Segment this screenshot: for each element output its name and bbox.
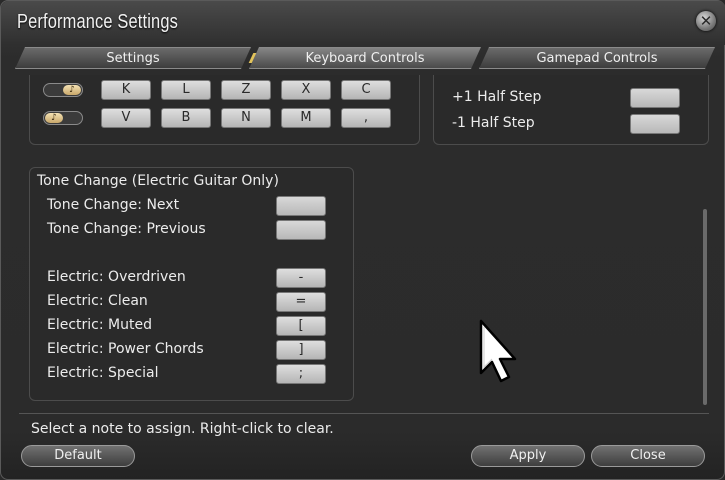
- note-key-button[interactable]: N: [221, 108, 271, 128]
- mouse-cursor-icon: [479, 319, 517, 383]
- note-key-button[interactable]: B: [161, 108, 211, 128]
- apply-button[interactable]: Apply: [471, 445, 585, 467]
- tone-item-label: Electric: Overdriven: [47, 269, 186, 285]
- title-bar[interactable]: Performance Settings ✕: [1, 1, 725, 45]
- octave-toggle-down[interactable]: ♪: [43, 111, 83, 125]
- octave-toggle-up[interactable]: ♪: [43, 83, 83, 97]
- hint-text: Select a note to assign. Right-click to …: [31, 421, 334, 437]
- tone-special-key-button[interactable]: ;: [276, 364, 326, 384]
- performance-settings-window: Performance Settings ✕ Settings Keyboard…: [0, 0, 725, 480]
- close-button[interactable]: Close: [591, 445, 705, 467]
- note-key-button[interactable]: ,: [341, 108, 391, 128]
- note-key-button[interactable]: L: [161, 80, 211, 100]
- half-step-down-key-button[interactable]: [630, 114, 680, 134]
- tone-next-label: Tone Change: Next: [47, 197, 180, 213]
- tone-overdriven-key-button[interactable]: -: [276, 268, 326, 288]
- tab-settings[interactable]: Settings: [15, 47, 251, 69]
- note-key-button[interactable]: K: [101, 80, 151, 100]
- note-key-button[interactable]: C: [341, 80, 391, 100]
- note-key-button[interactable]: X: [281, 80, 331, 100]
- footer-divider: [19, 413, 709, 414]
- half-step-up-label: +1 Half Step: [452, 89, 542, 105]
- tone-muted-key-button[interactable]: [: [276, 316, 326, 336]
- music-note-icon: ♪: [45, 113, 63, 123]
- default-button[interactable]: Default: [21, 445, 135, 467]
- window-title: Performance Settings: [17, 11, 178, 33]
- half-step-up-key-button[interactable]: [630, 88, 680, 108]
- tone-clean-key-button[interactable]: =: [276, 292, 326, 312]
- tone-change-panel: Tone Change (Electric Guitar Only) Tone …: [29, 167, 354, 401]
- half-step-down-label: -1 Half Step: [452, 115, 535, 131]
- tone-previous-label: Tone Change: Previous: [47, 221, 206, 237]
- tone-previous-key-button[interactable]: [276, 220, 326, 240]
- tab-keyboard-controls[interactable]: Keyboard Controls: [249, 47, 481, 69]
- scrollbar[interactable]: [703, 209, 707, 405]
- tone-item-label: Electric: Special: [47, 365, 159, 381]
- tone-item-label: Electric: Clean: [47, 293, 148, 309]
- tone-power-chords-key-button[interactable]: ]: [276, 340, 326, 360]
- tone-item-label: Electric: Power Chords: [47, 341, 204, 357]
- music-note-icon: ♪: [63, 85, 81, 95]
- note-key-button[interactable]: Z: [221, 80, 271, 100]
- note-key-button[interactable]: V: [101, 108, 151, 128]
- half-step-panel: +1 Half Step -1 Half Step: [433, 75, 709, 145]
- tone-change-heading: Tone Change (Electric Guitar Only): [37, 173, 279, 189]
- tone-item-label: Electric: Muted: [47, 317, 152, 333]
- close-icon[interactable]: ✕: [696, 11, 716, 31]
- note-keys-panel: ♪ ♪ K L Z X C V B N M ,: [29, 75, 420, 145]
- note-key-button[interactable]: M: [281, 108, 331, 128]
- tab-gamepad-controls[interactable]: Gamepad Controls: [479, 47, 715, 69]
- tab-bar: Settings Keyboard Controls Gamepad Contr…: [15, 47, 715, 71]
- tone-next-key-button[interactable]: [276, 196, 326, 216]
